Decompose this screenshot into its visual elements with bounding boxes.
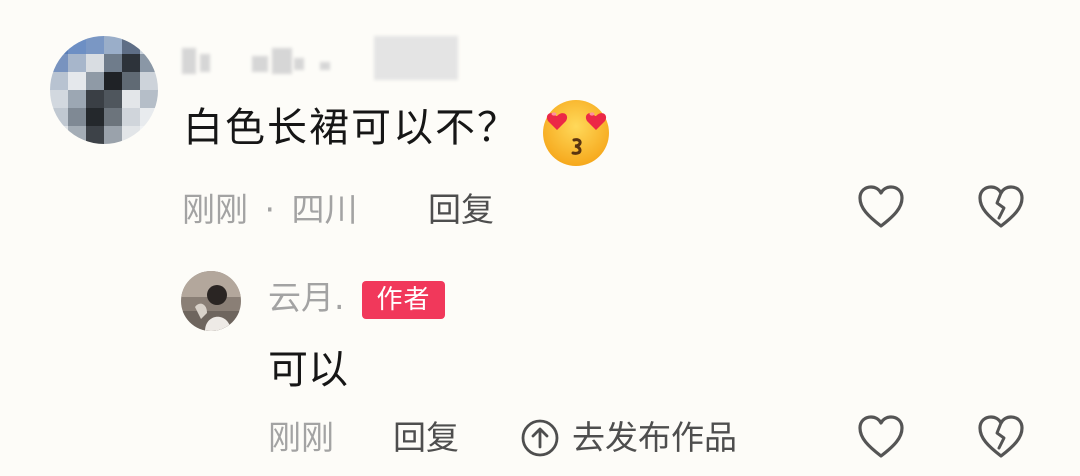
publish-work-button[interactable]: 去发布作品 [572, 414, 737, 462]
comment-location: 四川 [291, 190, 358, 229]
reply-button[interactable]: 回复 [428, 186, 494, 234]
avatar-pixelated-image [50, 36, 158, 144]
avatar[interactable] [50, 36, 158, 144]
comment-time: 刚刚 [182, 190, 248, 229]
author-badge: 作者 [362, 281, 445, 319]
broken-heart-outline-icon[interactable] [976, 184, 1026, 230]
meta-separator: · [264, 190, 276, 229]
comment-meta: 刚刚 · 四川 [182, 186, 358, 234]
reply-username[interactable]: 云月. [268, 274, 345, 322]
reply-time: 刚刚 [268, 418, 334, 457]
broken-heart-outline-icon[interactable] [976, 414, 1026, 460]
heart-outline-icon[interactable] [856, 184, 906, 230]
heart-outline-icon[interactable] [856, 414, 906, 460]
reply-reply-button[interactable]: 回复 [393, 414, 459, 462]
arrow-up-circle-icon[interactable] [520, 418, 560, 458]
reply-avatar-image [181, 271, 241, 331]
reply-avatar[interactable] [181, 271, 241, 331]
username-blurred[interactable] [182, 34, 462, 80]
comment-text: 白色长裙可以不？ [183, 105, 519, 151]
kissing-heart-eyes-emoji-icon [543, 100, 609, 166]
reply-text: 可以 [268, 347, 348, 393]
